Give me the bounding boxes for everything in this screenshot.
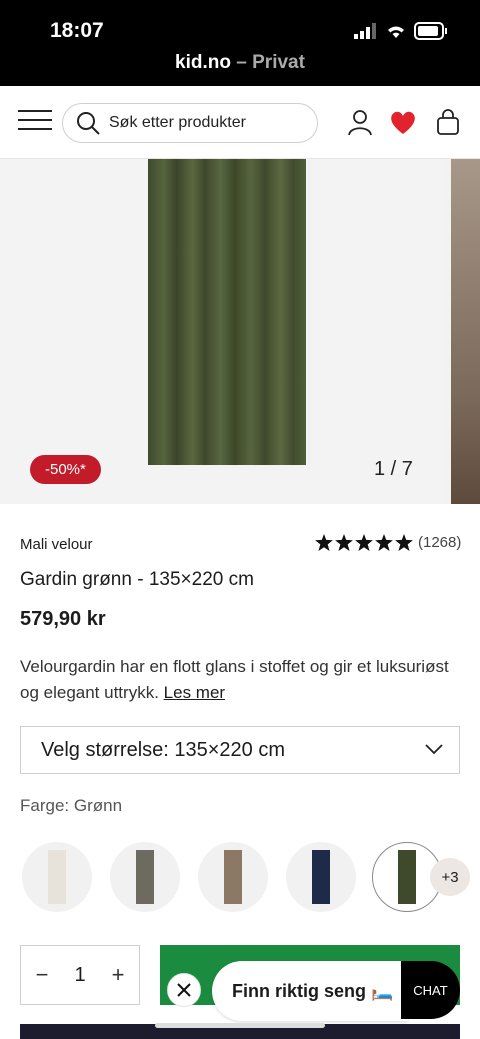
swatch-thumbnail bbox=[136, 850, 154, 904]
swatch-beige[interactable] bbox=[198, 842, 268, 912]
discount-badge: -50%* bbox=[30, 455, 101, 484]
search-placeholder: Søk etter produkter bbox=[109, 114, 246, 131]
size-select[interactable]: Velg størrelse: 135×220 cm bbox=[20, 726, 460, 774]
next-product-image[interactable] bbox=[451, 159, 480, 504]
swatch-grey[interactable] bbox=[110, 842, 180, 912]
home-indicator bbox=[155, 1023, 325, 1028]
product-brand: Mali velour bbox=[20, 536, 93, 553]
system-icons bbox=[354, 22, 448, 40]
quantity-value[interactable]: 1 bbox=[74, 964, 85, 987]
description-text: Velourgardin har en flott glans i stoffe… bbox=[20, 657, 449, 702]
address-bar[interactable]: kid.no – Privat bbox=[0, 52, 480, 74]
quantity-stepper: − 1 + bbox=[20, 945, 140, 1005]
clock: 18:07 bbox=[50, 19, 104, 42]
swatch-thumbnail bbox=[224, 850, 242, 904]
close-icon[interactable] bbox=[167, 973, 201, 1007]
battery-icon bbox=[414, 22, 447, 40]
star-icon bbox=[315, 534, 333, 551]
signal-icon bbox=[354, 23, 376, 39]
heart-icon[interactable] bbox=[389, 108, 417, 136]
swatch-thumbnail bbox=[48, 850, 66, 904]
image-counter: 1 / 7 bbox=[374, 458, 413, 480]
star-icon bbox=[355, 534, 373, 551]
color-label-row: Farge: Grønn bbox=[20, 796, 122, 816]
swatch-white[interactable] bbox=[22, 842, 92, 912]
product-image-gallery[interactable]: -50%* 1 / 7 bbox=[0, 159, 480, 504]
color-swatches bbox=[22, 842, 480, 914]
product-image[interactable]: -50%* 1 / 7 bbox=[0, 159, 441, 504]
read-more-link[interactable]: Les mer bbox=[164, 683, 225, 702]
user-icon[interactable] bbox=[346, 108, 374, 136]
rating-stars bbox=[315, 534, 413, 551]
private-mode-label: Privat bbox=[252, 52, 305, 73]
rating-count: (1268) bbox=[418, 534, 462, 551]
bag-icon[interactable] bbox=[434, 108, 462, 136]
color-label: Farge: bbox=[20, 796, 70, 815]
chevron-down-icon bbox=[425, 744, 443, 755]
product-price: 579,90 kr bbox=[20, 608, 106, 630]
url-domain: kid.no bbox=[175, 52, 231, 73]
url-separator: – bbox=[231, 52, 253, 73]
swatch-thumbnail bbox=[312, 850, 330, 904]
search-input[interactable]: Søk etter produkter bbox=[62, 103, 318, 143]
hamburger-menu-icon[interactable] bbox=[18, 110, 52, 134]
chat-button[interactable]: CHAT bbox=[401, 961, 460, 1019]
product-description: Velourgardin har en flott glans i stoffe… bbox=[20, 654, 460, 706]
swatch-thumbnail bbox=[398, 850, 416, 904]
status-bar: 18:07 kid.no – Privat bbox=[0, 0, 480, 86]
wifi-icon bbox=[388, 26, 404, 38]
search-icon bbox=[77, 112, 100, 135]
product-title: Gardin grønn - 135×220 cm bbox=[20, 569, 254, 590]
decrease-quantity-button[interactable]: − bbox=[31, 962, 53, 988]
bed-finder-button[interactable]: Finn riktig seng 🛏️ bbox=[212, 961, 408, 1021]
increase-quantity-button[interactable]: + bbox=[107, 962, 129, 988]
more-colors-button[interactable]: +3 bbox=[430, 858, 470, 896]
curtain-image bbox=[148, 159, 306, 465]
size-select-value: Velg størrelse: 135×220 cm bbox=[41, 738, 286, 761]
color-value: Grønn bbox=[73, 796, 123, 815]
swatch-navy[interactable] bbox=[286, 842, 356, 912]
product-rating[interactable]: (1268) bbox=[315, 534, 461, 551]
site-header: Søk etter produkter bbox=[0, 86, 480, 159]
star-icon bbox=[395, 534, 413, 551]
star-icon bbox=[375, 534, 393, 551]
star-icon bbox=[335, 534, 353, 551]
